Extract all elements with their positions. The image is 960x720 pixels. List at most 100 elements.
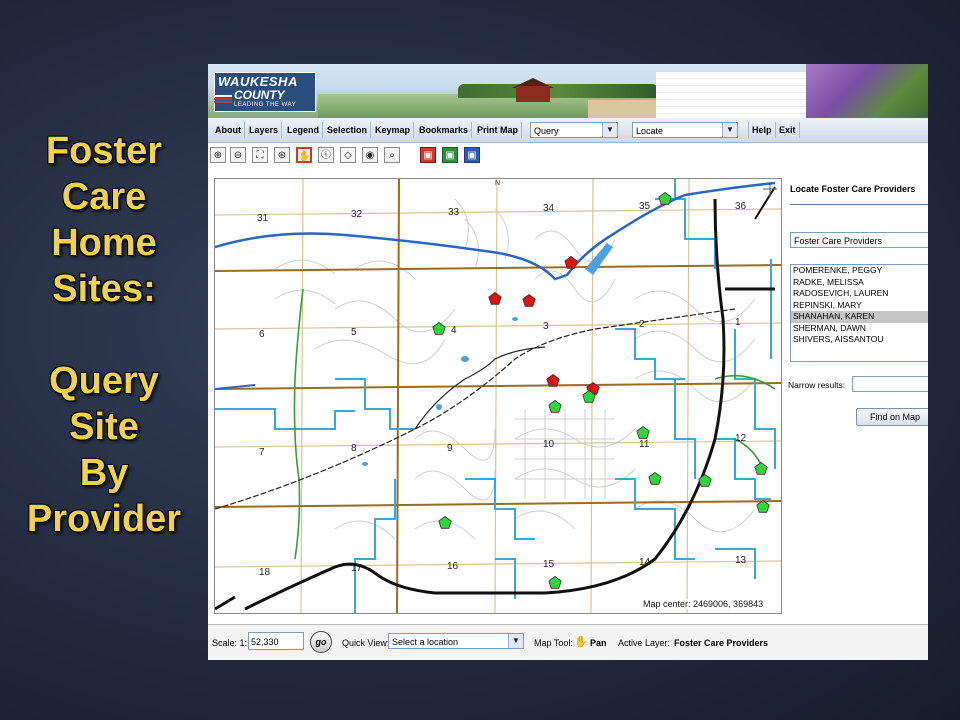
- chevron-down-icon: ▼: [508, 634, 523, 648]
- section-number-label: 5: [351, 327, 357, 338]
- section-number-label: 33: [448, 207, 460, 218]
- locate-panel: Locate Foster Care Providers Foster Care…: [786, 178, 928, 612]
- scale-label: Scale: 1:: [212, 638, 248, 648]
- foster-home-marker[interactable]: [432, 322, 446, 335]
- section-number-label: 8: [351, 443, 357, 454]
- list-item[interactable]: REPINSKI, MARY: [791, 300, 928, 312]
- map-tool-label: Map Tool:: [534, 638, 573, 648]
- foster-home-marker[interactable]: [548, 400, 562, 413]
- section-number-label: 3: [543, 321, 549, 332]
- pan-hand-icon[interactable]: ✋: [296, 147, 312, 163]
- title-line: Care: [61, 176, 147, 218]
- foster-home-marker[interactable]: [658, 192, 672, 205]
- section-number-label: 7: [259, 447, 265, 458]
- section-number-label: 31: [257, 213, 269, 224]
- section-number-label: 14: [639, 557, 651, 568]
- measure-icon[interactable]: ◉: [362, 147, 378, 163]
- map-view[interactable]: 31 32 33 34 35 36 6 5 4 3 2 1 7 8 9 10 11 12 18 17 16 15 14 13 …: [214, 178, 782, 614]
- menu-bookmarks[interactable]: Bookmarks: [416, 122, 473, 138]
- logo-text: WAUKESHA: [218, 74, 298, 89]
- foster-home-marker[interactable]: [698, 474, 712, 487]
- menu-legend[interactable]: Legend: [284, 122, 324, 138]
- find-on-map-button[interactable]: Find on Map: [856, 408, 928, 426]
- section-number-label: 34: [543, 203, 555, 214]
- erase-icon[interactable]: ◇: [340, 147, 356, 163]
- title-line: Sites:: [52, 268, 156, 310]
- list-item[interactable]: POMERENKE, PEGGY: [791, 265, 928, 277]
- section-number-label: 13: [735, 555, 747, 566]
- export-icon[interactable]: ▣: [442, 147, 458, 163]
- foster-home-marker[interactable]: [754, 462, 768, 475]
- zoom-previous-icon[interactable]: ⊛: [274, 147, 290, 163]
- section-number-label: 4: [451, 325, 457, 336]
- status-bar: Scale: 1: 52,330 go Quick View: Select a…: [208, 624, 928, 660]
- foster-home-marker[interactable]: [438, 516, 452, 529]
- map-center-readout: Map center: 2469006, 369843: [643, 599, 764, 609]
- list-item[interactable]: SHERMAN, DAWN: [791, 323, 928, 335]
- list-item[interactable]: SHIVERS, AISSANTOU: [791, 334, 928, 346]
- section-number-label: 32: [351, 209, 363, 220]
- find-icon[interactable]: ⌕: [384, 147, 400, 163]
- north-label: N: [495, 180, 500, 187]
- chevron-down-icon: ▼: [602, 123, 617, 137]
- menu-selection[interactable]: Selection: [324, 122, 372, 138]
- menu-layers[interactable]: Layers: [246, 122, 283, 138]
- menu-help[interactable]: Help: [748, 122, 776, 138]
- selected-provider-marker[interactable]: [488, 292, 502, 305]
- category-select-value: Foster Care Providers: [794, 236, 883, 246]
- logo-tagline: LEADING THE WAY: [234, 102, 297, 108]
- list-item[interactable]: RADOSEVICH, LAUREN: [791, 288, 928, 300]
- zoom-out-icon[interactable]: ⊖: [230, 147, 246, 163]
- map-toolbar: ⊕ ⊖ ⛶ ⊛ ✋ ⓘ ◇ ◉ ⌕ ▣ ▣ ▣: [208, 143, 928, 171]
- section-number-label: 11: [639, 439, 650, 450]
- selected-provider-marker[interactable]: [564, 256, 578, 269]
- locate-select[interactable]: Locate ▼: [632, 122, 738, 138]
- map-canvas[interactable]: 31 32 33 34 35 366 5 4 3 2 17 8 9 10 111218 17 16 15 14 13 …: [215, 179, 781, 613]
- narrow-results-input[interactable]: [852, 376, 928, 392]
- menu-keymap[interactable]: Keymap: [372, 122, 415, 138]
- query-select[interactable]: Query ▼: [530, 122, 618, 138]
- scale-input[interactable]: 52,330: [248, 632, 304, 650]
- narrow-results-label: Narrow results:: [788, 380, 846, 390]
- section-number-label: 36: [735, 201, 747, 212]
- header-banner: WAUKESHA COUNTY LEADING THE WAY: [208, 64, 928, 118]
- quick-view-select[interactable]: Select a location ▼: [388, 633, 524, 649]
- provider-category-select[interactable]: Foster Care Providers: [790, 232, 928, 248]
- selected-provider-marker[interactable]: [546, 374, 560, 387]
- menu-exit[interactable]: Exit: [776, 122, 800, 138]
- title-line: Home: [51, 222, 157, 264]
- title-line: Foster: [45, 130, 163, 172]
- provider-list[interactable]: POMERENKE, PEGGY RADKE, MELISSA RADOSEVI…: [790, 264, 928, 362]
- chevron-down-icon: ▼: [722, 123, 737, 137]
- quick-view-label: Quick View:: [342, 638, 390, 648]
- list-item[interactable]: RADKE, MELISSA: [791, 277, 928, 289]
- print-icon[interactable]: ▣: [420, 147, 436, 163]
- foster-home-marker[interactable]: [548, 576, 562, 589]
- active-layer-label: Active Layer:: [618, 638, 671, 648]
- foster-home-marker[interactable]: [756, 500, 770, 513]
- subtitle-line: By: [79, 452, 129, 494]
- section-number-label: 35: [639, 201, 651, 212]
- map-tool-value: Pan: [590, 638, 607, 648]
- locate-select-value: Locate: [636, 126, 664, 136]
- foster-home-marker[interactable]: [636, 426, 650, 439]
- identify-icon[interactable]: ⓘ: [318, 147, 334, 163]
- section-number-label: 16: [447, 561, 459, 572]
- logo-text: COUNTY: [234, 88, 285, 102]
- section-number-label: 2: [639, 319, 645, 330]
- go-button[interactable]: go: [310, 631, 332, 653]
- save-icon[interactable]: ▣: [464, 147, 480, 163]
- zoom-in-icon[interactable]: ⊕: [210, 147, 226, 163]
- foster-home-marker[interactable]: [648, 472, 662, 485]
- section-number-label: 18: [259, 567, 271, 578]
- active-layer-value: Foster Care Providers: [674, 638, 769, 648]
- section-number-label: 10: [543, 439, 555, 450]
- menu-about[interactable]: About: [212, 122, 245, 138]
- selected-provider-marker[interactable]: [522, 294, 536, 307]
- pan-hand-icon: ✋: [574, 636, 588, 648]
- list-item-selected[interactable]: SHANAHAN, KAREN: [791, 311, 928, 323]
- full-extent-icon[interactable]: ⛶: [252, 147, 268, 163]
- section-number-label: 12: [735, 433, 747, 444]
- slide-title: Foster Care Home Sites: Query Site By Pr…: [0, 128, 208, 542]
- menu-print-map[interactable]: Print Map: [474, 122, 523, 138]
